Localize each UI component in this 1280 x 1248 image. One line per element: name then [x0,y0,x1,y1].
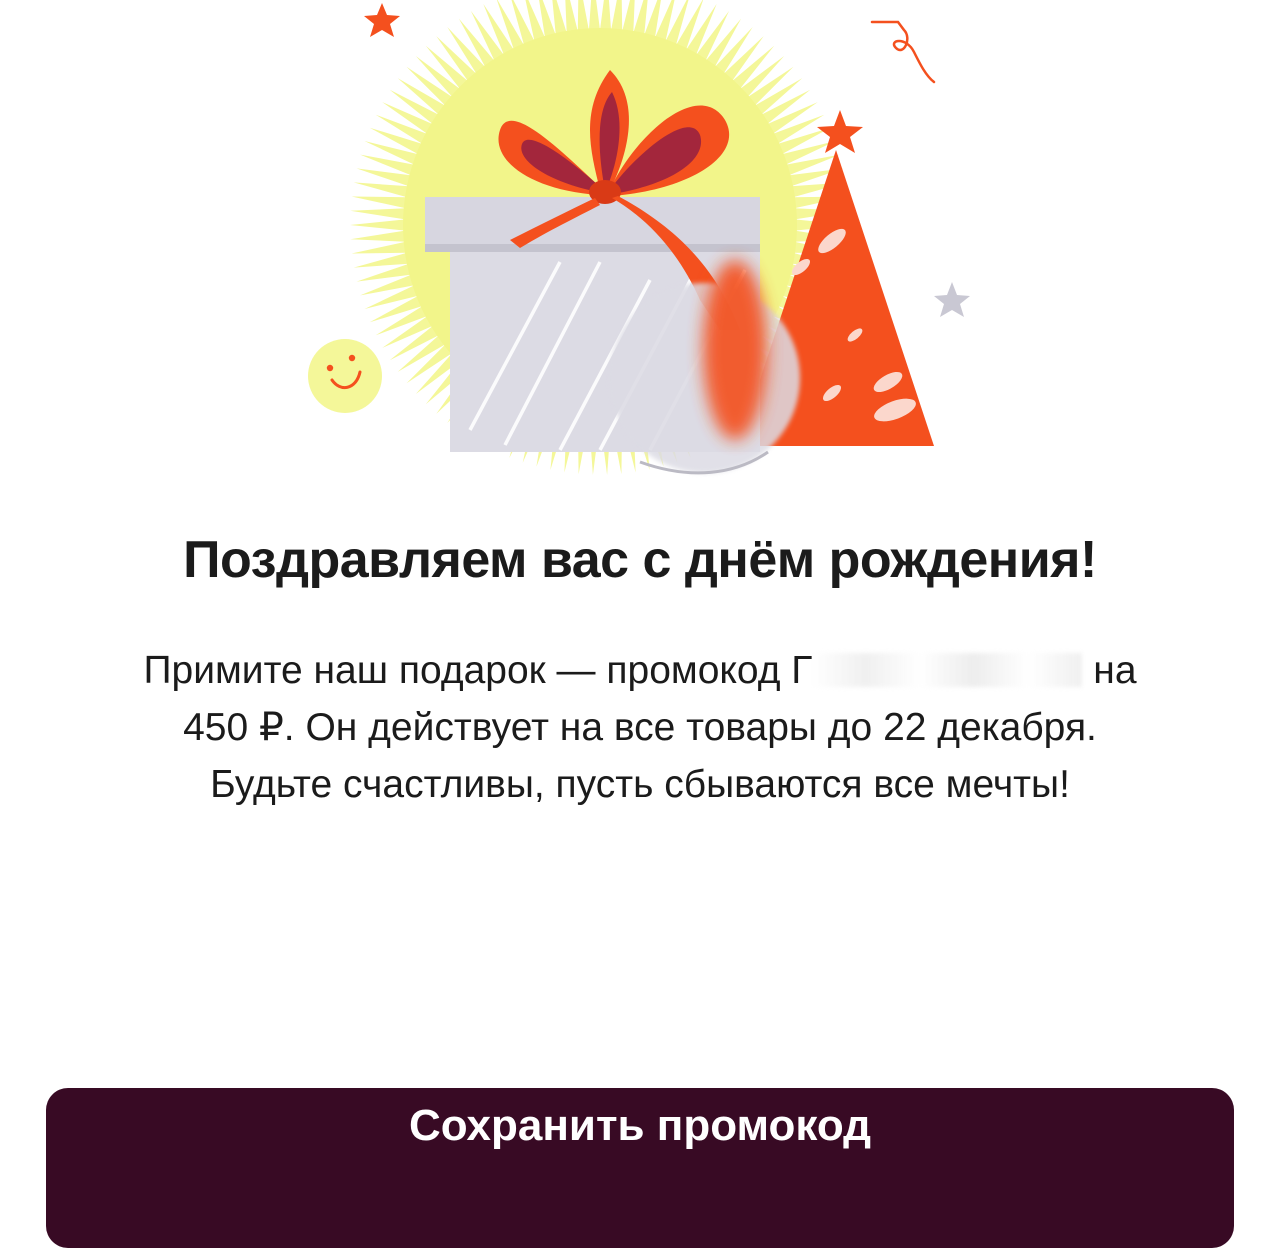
star-icon [934,282,970,317]
page-title: Поздравляем вас с днём рождения! [183,531,1097,589]
birthday-message: Примите наш подарок — промокод Г на 450 … [40,642,1240,813]
message-line1-end: на [1093,649,1137,692]
smiley-icon [308,339,382,413]
confetti-squiggle-icon [870,20,936,84]
message-line2: 450 ₽. Он действует на все товары до 22 … [183,706,1097,749]
message-line1-start: Примите наш подарок — промокод Г [143,649,813,692]
star-icon [364,3,400,37]
message-line3: Будьте счастливы, пусть сбываются все ме… [210,763,1070,806]
birthday-illustration [308,0,970,475]
save-promo-button-label: Сохранить промокод [408,1101,872,1150]
redacted-promo-code [812,653,1083,687]
save-promo-button[interactable]: Сохранить промокод [46,1088,1234,1248]
